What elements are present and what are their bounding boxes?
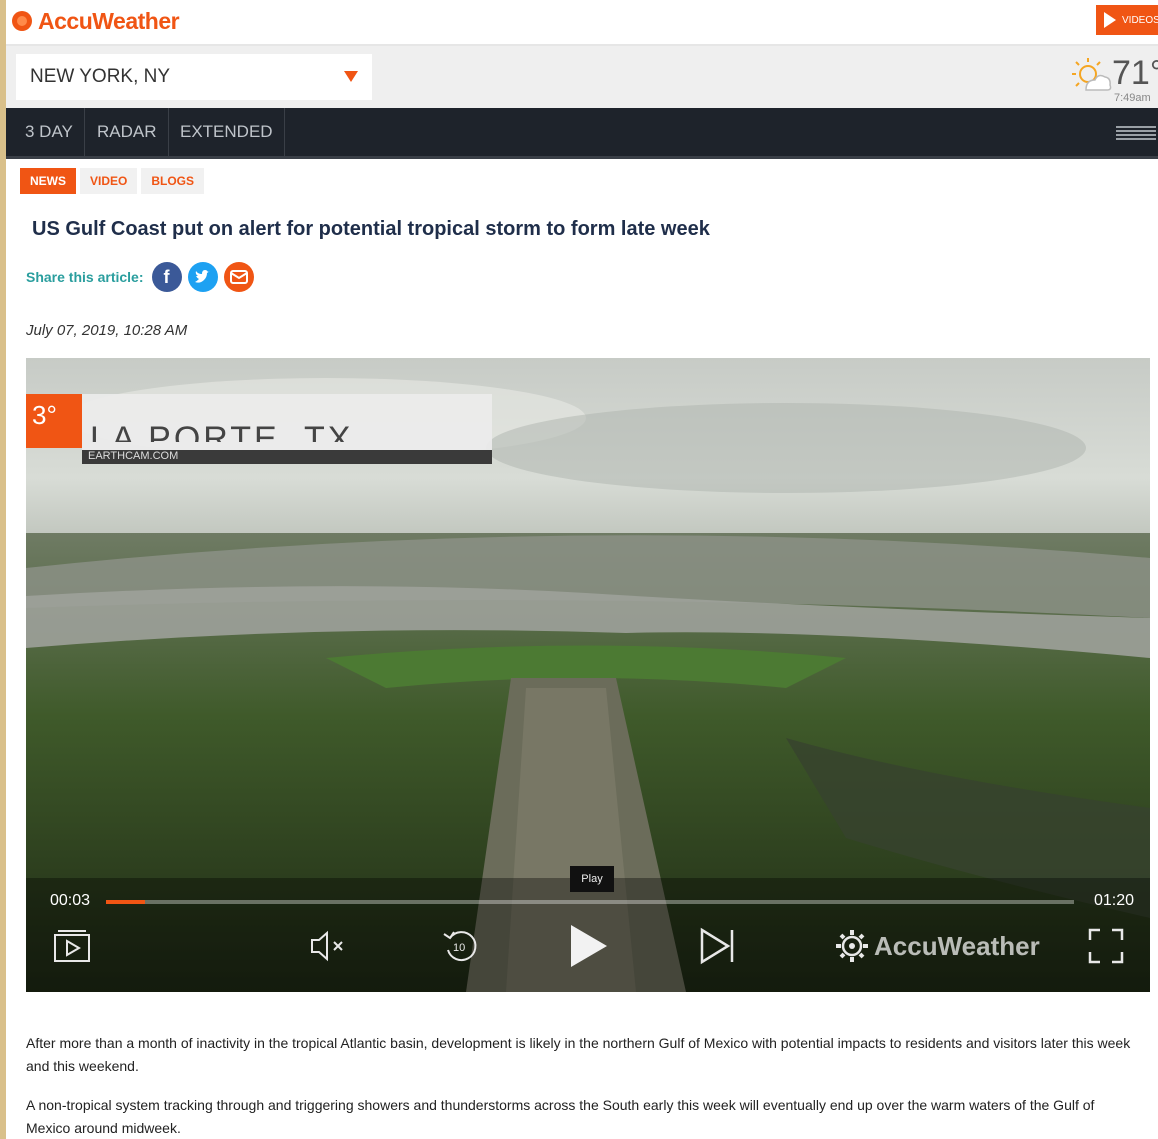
twitter-icon[interactable] <box>187 262 218 292</box>
videos-button[interactable]: VIDEOS <box>1096 5 1158 35</box>
location-value: NEW YORK, NY <box>30 66 171 87</box>
email-icon[interactable] <box>223 262 254 292</box>
video-player[interactable]: 3° LA PORTE, TX EARTHCAM.COM Play 00:03 … <box>26 358 1150 992</box>
article-paragraph: After more than a month of inactivity in… <box>26 1035 1131 1074</box>
forecast-nav: 3 DAY RADAR EXTENDED <box>6 108 1158 159</box>
tab-blogs[interactable]: BLOGS <box>141 168 205 194</box>
nav-extended[interactable]: EXTENDED <box>169 108 285 156</box>
nav-3-day[interactable]: 3 DAY <box>14 108 85 156</box>
facebook-icon[interactable]: f <box>151 262 182 292</box>
temperature-badge: 3° <box>26 394 82 448</box>
tab-blogs-label: BLOGS <box>151 174 195 188</box>
accuweather-logo[interactable]: AccuWeather <box>12 7 180 34</box>
logo-text: AccuWeather <box>38 7 180 34</box>
browser-page: AccuWeather VIDEOS NEW YORK, NY 71° 7:49… <box>6 0 1158 1139</box>
location-bar: NEW YORK, NY 71° 7:49am <box>6 46 1158 108</box>
play-tooltip: Play <box>570 866 614 892</box>
menu-icon[interactable] <box>1116 126 1156 140</box>
current-time: 7:49am <box>1114 92 1151 104</box>
mute-icon[interactable] <box>306 924 350 968</box>
nav-extended-label: EXTENDED <box>180 122 273 141</box>
fullscreen-icon[interactable] <box>1084 924 1128 968</box>
tab-news-label: NEWS <box>30 174 66 188</box>
current-temperature: 71° <box>1112 54 1158 92</box>
nav-3-day-label: 3 DAY <box>25 122 73 141</box>
seek-progress <box>106 900 145 904</box>
settings-gear-icon[interactable] <box>830 924 874 968</box>
share-label: Share this article: <box>26 269 144 285</box>
current-time-readout: 00:03 <box>50 892 91 909</box>
nav-radar[interactable]: RADAR <box>86 108 169 156</box>
next-icon[interactable] <box>696 924 740 968</box>
tab-video[interactable]: VIDEO <box>80 168 138 194</box>
playlist-icon[interactable] <box>50 924 94 968</box>
chevron-down-icon[interactable] <box>344 71 358 82</box>
article-paragraph: A non-tropical system tracking through a… <box>26 1097 1095 1136</box>
location-select[interactable]: NEW YORK, NY <box>16 54 372 100</box>
share-bar: Share this article: f <box>26 262 260 292</box>
current-conditions[interactable]: 71° 7:49am <box>1064 52 1158 106</box>
play-triangle-icon <box>1104 12 1116 28</box>
article-headline: US Gulf Coast put on alert for potential… <box>32 218 710 240</box>
site-header: AccuWeather VIDEOS <box>6 0 1158 46</box>
tab-video-label: VIDEO <box>90 174 128 188</box>
nav-radar-label: RADAR <box>97 122 157 141</box>
duration-readout: 01:20 <box>1094 892 1135 909</box>
location-overlay: LA PORTE, TX <box>82 394 492 450</box>
rewind-10-icon[interactable]: 10 <box>438 924 482 968</box>
article-date: July 07, 2019, 10:28 AM <box>26 322 188 339</box>
overlay-source: EARTHCAM.COM <box>82 450 492 464</box>
content-tabs: NEWS VIDEO BLOGS <box>20 168 208 194</box>
tab-news[interactable]: NEWS <box>20 168 76 194</box>
partly-sunny-icon <box>1072 58 1112 91</box>
sun-logo-icon <box>12 11 32 31</box>
seek-bar[interactable] <box>106 900 1074 904</box>
accuweather-watermark: AccuWeather <box>874 930 1040 961</box>
svg-text:10: 10 <box>453 942 465 954</box>
videos-button-label: VIDEOS <box>1122 14 1158 26</box>
play-icon[interactable] <box>566 924 610 968</box>
overlay-location-name: LA PORTE, TX <box>90 422 354 442</box>
